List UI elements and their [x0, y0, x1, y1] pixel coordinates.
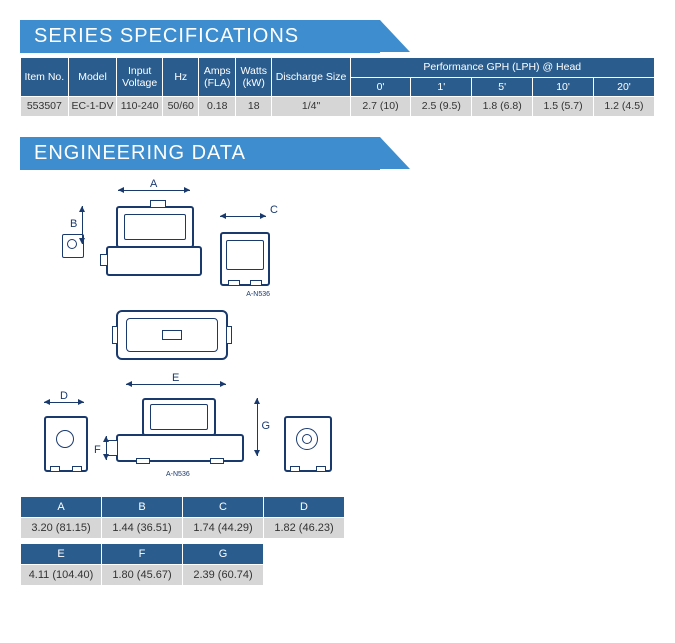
drawing-ref-2: A-N536: [166, 471, 190, 478]
th-c: C: [183, 496, 264, 517]
th-h5: 5': [472, 77, 533, 97]
table-row: E F G: [21, 543, 264, 564]
td-a: 3.20 (81.15): [21, 517, 102, 538]
th-a: A: [21, 496, 102, 517]
table-row: Item No. Model Input Voltage Hz Amps (FL…: [21, 58, 655, 78]
eng-data-title: ENGINEERING DATA: [20, 137, 380, 170]
td-input-voltage: 110-240: [117, 97, 163, 117]
th-f: F: [102, 543, 183, 564]
td-e: 4.11 (104.40): [21, 564, 102, 585]
th-h1: 1': [411, 77, 472, 97]
dim-label-f: F: [92, 444, 103, 456]
drawing-ref-1: A-N536: [246, 291, 270, 298]
dimensions-table-1: A B C D 3.20 (81.15) 1.44 (36.51) 1.74 (…: [20, 496, 345, 539]
th-input-voltage: Input Voltage: [117, 58, 163, 97]
td-h10: 1.5 (5.7): [533, 97, 594, 117]
td-f: 1.80 (45.67): [102, 564, 183, 585]
td-discharge: 1/4": [272, 97, 350, 117]
dim-label-c: C: [268, 204, 280, 216]
spec-table: Item No. Model Input Voltage Hz Amps (FL…: [20, 57, 655, 117]
td-b: 1.44 (36.51): [102, 517, 183, 538]
dim-label-e: E: [170, 372, 181, 384]
eng-data-header: ENGINEERING DATA: [20, 137, 655, 170]
td-amps: 0.18: [199, 97, 236, 117]
td-model: EC-1-DV: [68, 97, 117, 117]
dimensions-table-2: E F G 4.11 (104.40) 1.80 (45.67) 2.39 (6…: [20, 543, 264, 586]
th-e: E: [21, 543, 102, 564]
table-row: 553507 EC-1-DV 110-240 50/60 0.18 18 1/4…: [21, 97, 655, 117]
th-watts: Watts (kW): [235, 58, 272, 97]
td-hz: 50/60: [162, 97, 199, 117]
engineering-diagrams: A B: [44, 182, 655, 472]
td-h0: 2.7 (10): [350, 97, 411, 117]
th-amps: Amps (FLA): [199, 58, 236, 97]
dim-label-b: B: [68, 218, 79, 230]
th-hz: Hz: [162, 58, 199, 97]
series-spec-title: SERIES SPECIFICATIONS: [20, 20, 380, 53]
th-model: Model: [68, 58, 117, 97]
th-h0: 0': [350, 77, 411, 97]
table-row: A B C D: [21, 496, 345, 517]
td-watts: 18: [235, 97, 272, 117]
td-h20: 1.2 (4.5): [593, 97, 654, 117]
dim-label-g: G: [259, 420, 272, 432]
th-h20: 20': [593, 77, 654, 97]
td-h5: 1.8 (6.8): [472, 97, 533, 117]
table-row: 3.20 (81.15) 1.44 (36.51) 1.74 (44.29) 1…: [21, 517, 345, 538]
th-item-no: Item No.: [21, 58, 69, 97]
th-discharge: Discharge Size: [272, 58, 350, 97]
table-row: 4.11 (104.40) 1.80 (45.67) 2.39 (60.74): [21, 564, 264, 585]
td-g: 2.39 (60.74): [183, 564, 264, 585]
series-spec-header: SERIES SPECIFICATIONS: [20, 20, 655, 53]
td-item-no: 553507: [21, 97, 69, 117]
th-h10: 10': [533, 77, 594, 97]
dim-label-d: D: [58, 390, 70, 402]
dim-label-a: A: [148, 178, 159, 190]
th-performance: Performance GPH (LPH) @ Head: [350, 58, 654, 78]
th-d: D: [264, 496, 345, 517]
th-b: B: [102, 496, 183, 517]
td-c: 1.74 (44.29): [183, 517, 264, 538]
th-g: G: [183, 543, 264, 564]
td-d: 1.82 (46.23): [264, 517, 345, 538]
td-h1: 2.5 (9.5): [411, 97, 472, 117]
